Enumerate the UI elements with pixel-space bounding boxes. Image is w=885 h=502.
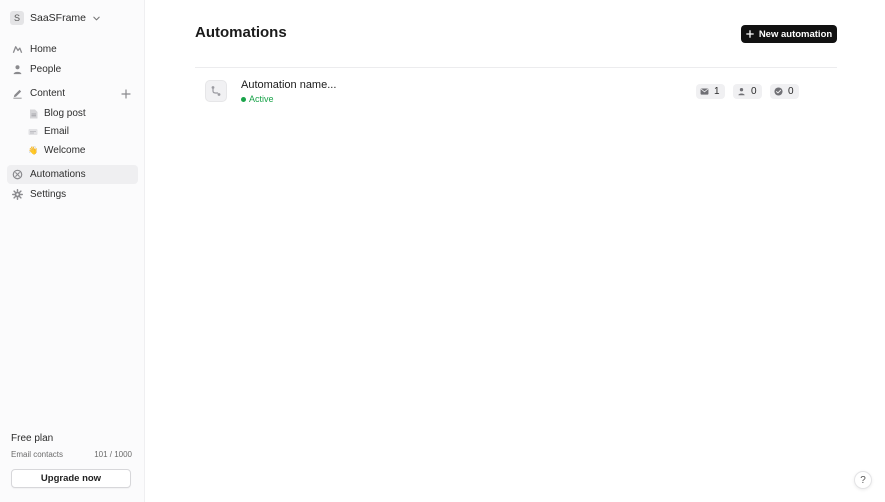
person-icon [12,64,23,75]
contacts-count: 0 [751,86,757,97]
content-item-blog-post[interactable]: Blog post [28,105,86,122]
add-content-icon[interactable] [119,87,132,100]
upgrade-button[interactable]: Upgrade now [11,469,131,488]
status-badge: Active [241,94,274,104]
divider [195,67,837,68]
completed-count-badge: 0 [770,84,799,99]
content-item-email[interactable]: Email [28,123,69,140]
flow-icon [205,80,227,102]
plan-usage: Email contacts 101 / 1000 [11,450,132,459]
new-automation-label: New automation [758,28,833,40]
workspace-switcher[interactable]: S SaaSFrame [10,10,101,26]
automation-name: Automation name... [241,79,337,91]
contacts-label: Email contacts [11,450,64,459]
sidebar-item-home[interactable]: Home [7,40,138,59]
sidebar: S SaaSFrame Home People Content Blog pos… [0,0,145,502]
sidebar-item-content[interactable]: Content [7,84,112,103]
sidebar-item-settings[interactable]: Settings [7,185,138,204]
emails-count: 1 [714,86,720,97]
status-label: Active [249,94,274,104]
content-item-label: Blog post [44,108,86,119]
envelope-icon [700,87,709,96]
email-template-icon [28,127,38,137]
page-title: Automations [195,24,287,41]
plus-icon [745,30,754,38]
workspace-name: SaaSFrame [30,12,87,24]
status-dot-icon [241,96,246,102]
home-icon [12,44,23,55]
chevron-down-icon [92,14,101,23]
sidebar-item-label: Content [30,88,66,99]
automation-icon [12,169,23,180]
sidebar-item-label: People [30,64,62,75]
new-automation-button[interactable]: New automation [741,25,837,43]
plan-title: Free plan [11,433,54,444]
content-item-label: Welcome [44,145,86,156]
completed-count: 0 [788,86,794,97]
sidebar-item-automations[interactable]: Automations [7,165,138,184]
automation-row[interactable]: Automation name... Active 1 0 0 [195,76,837,108]
sidebar-item-label: Home [30,44,57,55]
document-icon [28,109,38,119]
emails-count-badge: 1 [696,84,725,99]
content-item-label: Email [44,126,70,137]
sidebar-item-label: Automations [30,169,86,180]
workspace-avatar: S [10,11,24,25]
gear-icon [12,189,23,200]
waving-hand-icon: 👋 [28,146,38,155]
pencil-icon [12,88,23,99]
sidebar-item-people[interactable]: People [7,60,138,79]
content-item-welcome[interactable]: 👋 Welcome [28,142,86,159]
sidebar-item-label: Settings [30,189,67,200]
help-button[interactable]: ? [854,471,872,489]
plan-info: Free plan Email contacts 101 / 1000 [11,433,132,459]
contacts-value: 101 / 1000 [94,450,132,459]
person-icon [737,87,746,96]
check-circle-icon [774,87,783,96]
contacts-count-badge: 0 [733,84,762,99]
